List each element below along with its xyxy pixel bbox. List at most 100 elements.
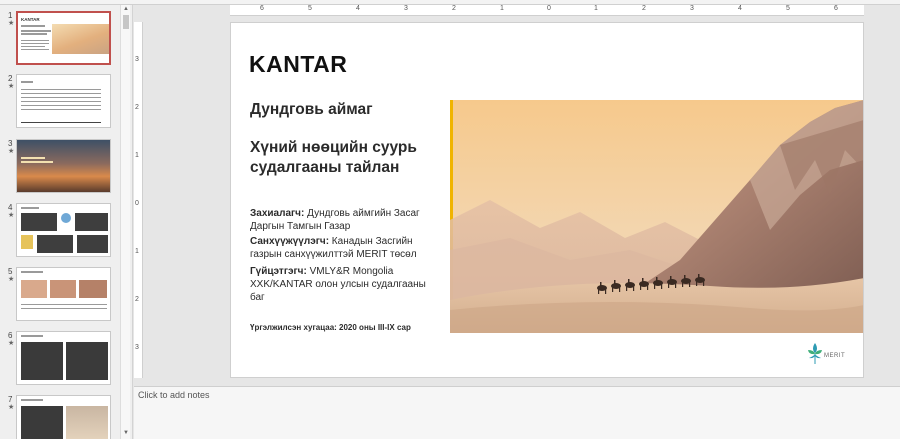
ruler-label: 2 [452, 5, 456, 12]
animation-star-icon: ★ [8, 148, 15, 155]
mini-photo [66, 406, 108, 439]
thumbnail-row-1[interactable]: 1 ★ KANTAR [0, 11, 120, 71]
scrollbar-thumb[interactable] [123, 15, 129, 29]
scroll-up-arrow-icon[interactable]: ▲ [122, 5, 130, 13]
client-paragraph[interactable]: Захиалагч: Дундговь аймгийн Засаг Даргын… [250, 207, 445, 233]
ruler-label: 5 [786, 5, 790, 12]
vertical-ruler: 3 2 1 0 1 2 3 [134, 22, 143, 378]
mini-line [21, 335, 43, 337]
ruler-label: 0 [135, 200, 139, 207]
ruler-label: 3 [135, 56, 139, 63]
ruler-label: 1 [500, 5, 504, 12]
client-value: Дундговь аймгийн Засаг [304, 208, 420, 219]
sponsor-label: Санхүүжүүлэгч: [250, 236, 330, 247]
ruler-label: 5 [308, 5, 312, 12]
animation-star-icon: ★ [8, 20, 15, 27]
mini-line [21, 157, 45, 159]
ruler-label: 6 [834, 5, 838, 12]
contractor-value-cont: XXK/KANTAR олон улсын судалгааны [250, 279, 426, 290]
ruler-label: 1 [594, 5, 598, 12]
contractor-value-cont-2: баг [250, 292, 265, 303]
ruler-label: 4 [738, 5, 742, 12]
mini-line [21, 40, 49, 41]
ruler-label: 3 [135, 344, 139, 351]
sponsor-value: Канадын Засгийн [329, 236, 413, 247]
mini-block [75, 213, 108, 231]
thumbnail-row-6[interactable]: 6 ★ [0, 331, 120, 391]
ruler-label: 6 [260, 5, 264, 12]
notes-placeholder[interactable]: Click to add notes [138, 390, 210, 400]
mini-line [21, 207, 39, 209]
mini-logo: KANTAR [21, 17, 40, 22]
ruler-label: 2 [135, 104, 139, 111]
animation-star-icon: ★ [8, 212, 15, 219]
contractor-label: Гүйцэтгэгч: [250, 266, 307, 277]
mini-block [66, 342, 108, 380]
mini-line [21, 122, 101, 123]
horizontal-ruler: 6 5 4 3 2 1 0 1 2 3 4 5 6 [230, 5, 864, 16]
mini-block [21, 213, 57, 231]
kantar-logo: KANTAR [249, 51, 348, 77]
ruler-label: 3 [690, 5, 694, 12]
scroll-down-arrow-icon[interactable]: ▼ [122, 429, 130, 437]
animation-star-icon: ★ [8, 340, 15, 347]
mini-line [21, 105, 101, 106]
ruler-label: 3 [404, 5, 408, 12]
mini-line [21, 93, 101, 94]
mini-emblem [61, 213, 71, 223]
survey-period-text[interactable]: Үргэлжилсэн хугацаа: 2020 оны III-IX сар [250, 323, 411, 332]
thumbnail-row-5[interactable]: 5 ★ [0, 267, 120, 327]
ruler-label: 1 [135, 152, 139, 159]
thumbnail-scrollbar[interactable]: ▲ ▼ [120, 5, 130, 439]
mini-block [77, 235, 108, 253]
mini-photo [52, 24, 109, 54]
ruler-label: 4 [356, 5, 360, 12]
sponsor-paragraph[interactable]: Санхүүжүүлэгч: Канадын Засгийн газрын са… [250, 235, 445, 261]
slide-title-line-1[interactable]: Хүний нөөцийн суурь [250, 139, 417, 157]
mini-line [21, 33, 47, 35]
desert-camel-caravan-image[interactable] [450, 100, 863, 333]
mini-line [21, 49, 49, 50]
slide-thumbnail-pane: 1 ★ KANTAR 2 ★ 3 ★ 4 ★ 5 ★ 6 ★ 7 ★ ▲ ▼ [0, 5, 133, 439]
thumbnail-row-7[interactable]: 7 ★ [0, 395, 120, 439]
mini-line [21, 304, 107, 305]
slide-canvas[interactable]: KANTAR Дундговь аймаг Хүний нөөцийн суур… [230, 22, 864, 378]
ruler-label: 2 [135, 296, 139, 303]
thumbnail-row-4[interactable]: 4 ★ [0, 203, 120, 263]
ruler-label: 2 [642, 5, 646, 12]
mini-block [21, 342, 63, 380]
thumbnail-slide-7[interactable] [16, 395, 111, 439]
client-value-cont: Даргын Тамгын Газар [250, 221, 351, 232]
thumbnail-slide-5[interactable] [16, 267, 111, 321]
ruler-label: 0 [547, 5, 551, 12]
notes-pane[interactable]: Click to add notes [134, 386, 900, 439]
slide-title-line-2[interactable]: судалгааны тайлан [250, 159, 399, 177]
animation-star-icon: ★ [8, 83, 15, 90]
thumbnail-slide-6[interactable] [16, 331, 111, 385]
thumbnail-slide-2[interactable] [16, 74, 111, 128]
mini-line [21, 101, 101, 102]
sponsor-value-cont: газрын санхүүжилттэй MERIT төсөл [250, 249, 417, 260]
mini-line [21, 97, 101, 98]
mini-block [21, 406, 63, 439]
ruler-label: 1 [135, 248, 139, 255]
mini-line [21, 89, 101, 90]
animation-star-icon: ★ [8, 276, 15, 283]
animation-star-icon: ★ [8, 404, 15, 411]
mini-line [21, 271, 43, 273]
mini-line [21, 161, 53, 163]
thumbnail-row-2[interactable]: 2 ★ [0, 74, 120, 134]
thumbnail-row-3[interactable]: 3 ★ [0, 139, 120, 199]
client-label: Захиалагч: [250, 208, 305, 219]
mini-line [21, 46, 45, 47]
mini-line [21, 109, 101, 110]
mini-photo [21, 280, 47, 298]
thumbnail-slide-4[interactable] [16, 203, 111, 257]
slide-region-heading[interactable]: Дундговь аймаг [250, 101, 373, 119]
contractor-paragraph[interactable]: Гүйцэтгэгч: VMLY&R Mongolia XXK/KANTAR о… [250, 265, 445, 304]
mini-line [21, 308, 107, 309]
mini-line [21, 43, 49, 44]
thumbnail-slide-3[interactable] [16, 139, 111, 193]
thumbnail-slide-1[interactable]: KANTAR [16, 11, 111, 65]
mini-line [21, 81, 33, 83]
